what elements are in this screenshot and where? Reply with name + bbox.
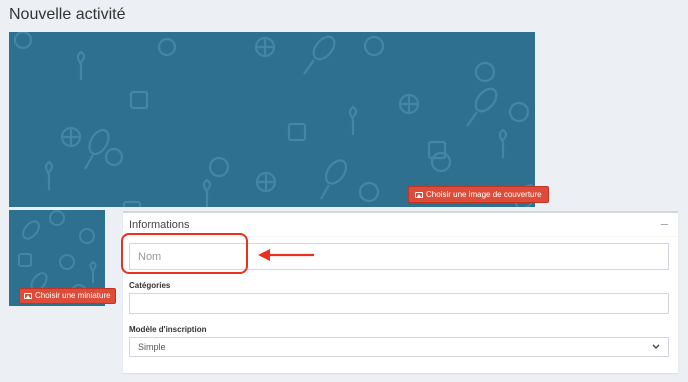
registration-model-value: Simple [138,342,166,352]
page-title: Nouvelle activité [9,6,126,23]
categories-input[interactable] [129,293,669,314]
registration-model-label: Modèle d'inscription [129,325,207,334]
choose-thumbnail-button[interactable]: Choisir une miniature [19,288,116,304]
choose-cover-image-button[interactable]: Choisir une image de couverture [408,186,549,203]
image-icon [24,293,32,299]
chevron-down-icon [652,343,660,352]
sports-pattern [13,32,535,207]
image-icon [415,191,423,198]
arrow-left-icon [258,249,314,261]
collapse-button[interactable]: – [661,216,668,231]
cover-image [9,32,535,207]
categories-label: Catégories [129,281,171,290]
registration-model-select[interactable]: Simple [129,337,669,357]
choose-thumbnail-label: Choisir une miniature [35,291,111,300]
choose-cover-image-label: Choisir une image de couverture [426,189,542,199]
panel-title: Informations [129,219,190,231]
name-field-highlight [121,233,248,274]
